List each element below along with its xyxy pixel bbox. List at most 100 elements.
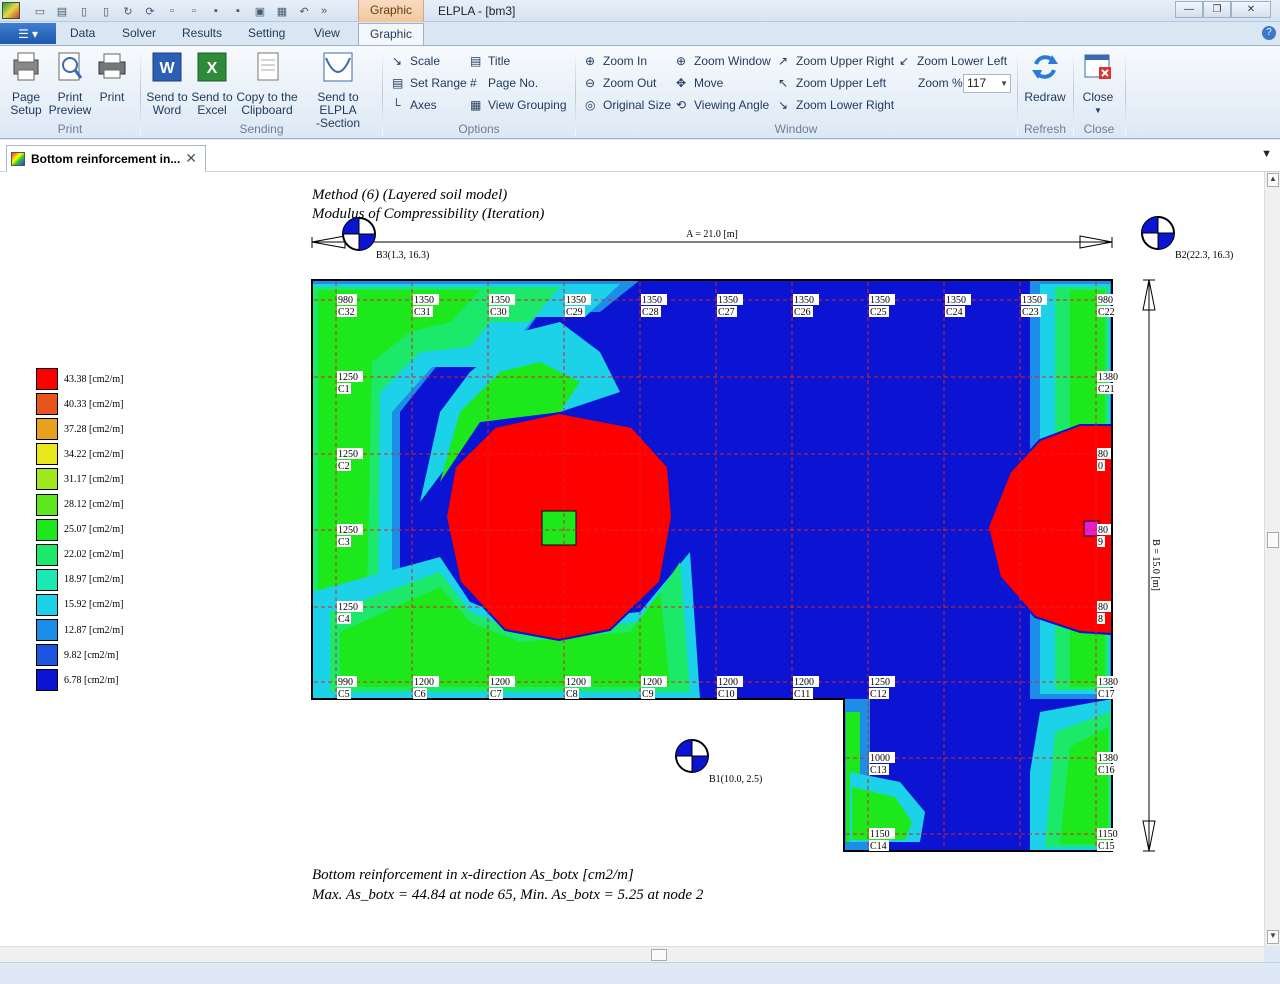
close-button[interactable]: Close ▼ bbox=[1078, 50, 1118, 117]
zoom-upper-right-button[interactable]: ↗ Zoom Upper Right bbox=[778, 54, 894, 68]
scale-icon: ↘ bbox=[392, 54, 403, 68]
borehole-marker[interactable]: B3(1.3, 16.3) bbox=[342, 217, 429, 261]
zoom-in-button[interactable]: ⊕ Zoom In bbox=[585, 54, 647, 68]
open-icon[interactable]: ▤ bbox=[54, 3, 70, 19]
print-preview-button[interactable]: Print Preview bbox=[48, 50, 92, 117]
zoom-window-button[interactable]: ⊕ Zoom Window bbox=[676, 54, 771, 68]
undo-icon[interactable]: ↶ bbox=[296, 3, 312, 19]
redraw-button[interactable]: Redraw bbox=[1022, 50, 1068, 104]
page-setup-button[interactable]: Page Setup bbox=[6, 50, 46, 117]
legend-swatch bbox=[36, 543, 58, 566]
pdf-icon[interactable]: ▫ bbox=[186, 3, 202, 19]
column-load-value: 1380 bbox=[1098, 753, 1118, 764]
grouping-icon: ▦ bbox=[470, 98, 482, 112]
printer-icon[interactable]: ▦ bbox=[274, 3, 290, 19]
open-file-icon[interactable]: ▯ bbox=[98, 3, 114, 19]
zoom-percent-select[interactable]: 117 ▼ bbox=[963, 74, 1011, 93]
legend-label: 28.12 [cm2/m] bbox=[64, 499, 124, 510]
column-load-value: 1350 bbox=[414, 295, 434, 306]
column-name: 0 bbox=[1098, 461, 1103, 472]
column-label[interactable]: 1380C21 bbox=[1097, 371, 1123, 395]
zoom-upper-left-button[interactable]: ↖ Zoom Upper Left bbox=[778, 76, 886, 90]
document-tab[interactable]: Bottom reinforcement in... ✕ bbox=[6, 145, 206, 172]
new-file-icon[interactable]: ▯ bbox=[76, 3, 92, 19]
tab-data[interactable]: Data bbox=[70, 26, 95, 40]
viewing-angle-button[interactable]: ⟲ Viewing Angle bbox=[676, 98, 769, 112]
column-name: C1 bbox=[338, 384, 350, 395]
borehole-marker[interactable]: B1(10.0, 2.5) bbox=[675, 739, 762, 785]
set-range-button[interactable]: ▤ Set Range bbox=[392, 76, 467, 90]
move-button[interactable]: ✥ Move bbox=[676, 76, 723, 90]
original-size-button[interactable]: ◎ Original Size bbox=[585, 98, 671, 112]
column-load-value: 980 bbox=[338, 295, 353, 306]
horizontal-scrollbar[interactable] bbox=[0, 946, 1264, 962]
send-to-elpla-section-button[interactable]: Send to ELPLA -Section bbox=[300, 50, 376, 130]
arrow-lower-right-icon: ↘ bbox=[778, 98, 789, 112]
column-label[interactable]: 1380C16 bbox=[1097, 752, 1123, 776]
scale-button[interactable]: ↘ Scale bbox=[392, 54, 440, 68]
zoom-in-icon: ⊕ bbox=[585, 54, 596, 68]
view-grouping-button[interactable]: ▦ View Grouping bbox=[470, 98, 567, 112]
help-icon[interactable]: ? bbox=[1262, 26, 1276, 40]
app-icon[interactable] bbox=[2, 2, 20, 19]
more-icon[interactable]: » bbox=[316, 3, 332, 19]
column-label[interactable]: 1150C15 bbox=[1097, 828, 1123, 852]
tab-list-dropdown-icon[interactable]: ▼ bbox=[1261, 148, 1272, 160]
legend-swatch bbox=[36, 443, 58, 466]
dimension-a-label: A = 21.0 [m] bbox=[686, 229, 738, 240]
column-name: C17 bbox=[1098, 689, 1115, 700]
send-to-word-button[interactable]: W Send to Word bbox=[146, 50, 188, 117]
legend-item: 43.38 [cm2/m] bbox=[36, 368, 123, 390]
convert-icon[interactable]: ↻ bbox=[120, 3, 136, 19]
legend-swatch bbox=[36, 418, 58, 441]
drawing-canvas[interactable]: Method (6) (Layered soil model) Modulus … bbox=[0, 172, 1264, 946]
title-bar: ▭ ▤ ▯ ▯ ↻ ⟳ ▫ ▫ ▪ ▪ ▣ ▦ ↶ » Graphic ELPL… bbox=[0, 0, 1280, 22]
column-label[interactable]: 980C22 bbox=[1097, 294, 1117, 318]
vertical-scrollbar[interactable]: ▲ ▼ bbox=[1264, 172, 1280, 946]
zoom-out-button[interactable]: ⊖ Zoom Out bbox=[585, 76, 656, 90]
scroll-up-icon[interactable]: ▲ bbox=[1267, 173, 1279, 187]
clipboard-icon[interactable]: ▣ bbox=[252, 3, 268, 19]
zoom-lower-right-button[interactable]: ↘ Zoom Lower Right bbox=[778, 98, 894, 112]
maximize-button[interactable]: ❐ bbox=[1203, 1, 1231, 18]
tab-results[interactable]: Results bbox=[182, 26, 222, 40]
column-load-value: 1250 bbox=[338, 449, 358, 460]
column-load-value: 80 bbox=[1098, 449, 1108, 460]
ribbon: Page Setup Print Preview Print Print W S… bbox=[0, 45, 1280, 139]
close-window-button[interactable]: ✕ bbox=[1231, 1, 1271, 18]
minimize-button[interactable]: — bbox=[1175, 1, 1203, 18]
column-name: C7 bbox=[490, 689, 502, 700]
column-load-value: 1150 bbox=[870, 829, 890, 840]
vertical-scroll-thumb[interactable] bbox=[1267, 532, 1279, 548]
app-menu-button[interactable]: ☰ ▾ bbox=[0, 23, 56, 44]
tab-setting[interactable]: Setting bbox=[248, 26, 285, 40]
horizontal-scroll-thumb[interactable] bbox=[651, 949, 667, 961]
zoom-lower-left-button[interactable]: ↙ Zoom Lower Left bbox=[899, 54, 1007, 68]
tab-solver[interactable]: Solver bbox=[122, 26, 156, 40]
save-as-icon[interactable]: ▪ bbox=[230, 3, 246, 19]
column-label[interactable]: 1380C17 bbox=[1097, 676, 1123, 700]
legend-label: 25.07 [cm2/m] bbox=[64, 524, 124, 536]
chevron-down-icon: ▼ bbox=[1000, 79, 1008, 88]
page-no-button[interactable]: # Page No. bbox=[470, 76, 538, 90]
dxf-icon[interactable]: ▫ bbox=[164, 3, 180, 19]
print-button[interactable]: Print bbox=[94, 50, 130, 104]
close-tab-icon[interactable]: ✕ bbox=[185, 150, 197, 167]
caption-max-min: Max. As_botx = 44.84 at node 65, Min. As… bbox=[312, 887, 704, 903]
legend-label: 34.22 [cm2/m] bbox=[64, 448, 124, 460]
column-name: C13 bbox=[870, 765, 887, 776]
new-icon[interactable]: ▭ bbox=[32, 3, 48, 19]
title-button[interactable]: ▤ Title bbox=[470, 54, 510, 68]
scroll-down-icon[interactable]: ▼ bbox=[1267, 930, 1279, 944]
excel-icon: X bbox=[197, 52, 227, 82]
save-icon[interactable]: ▪ bbox=[208, 3, 224, 19]
send-to-excel-button[interactable]: X Send to Excel bbox=[190, 50, 234, 117]
tab-graphic[interactable]: Graphic bbox=[358, 23, 424, 46]
batch-icon[interactable]: ⟳ bbox=[142, 3, 158, 19]
contour-plot-icon bbox=[11, 151, 25, 166]
borehole-marker[interactable]: B2(22.3, 16.3) bbox=[1141, 216, 1233, 261]
tab-view[interactable]: View bbox=[314, 26, 340, 40]
axes-button[interactable]: └ Axes bbox=[392, 98, 437, 112]
column-label[interactable]: 980C32 bbox=[337, 294, 357, 318]
copy-to-clipboard-button[interactable]: Copy to the Clipboard bbox=[236, 50, 298, 117]
